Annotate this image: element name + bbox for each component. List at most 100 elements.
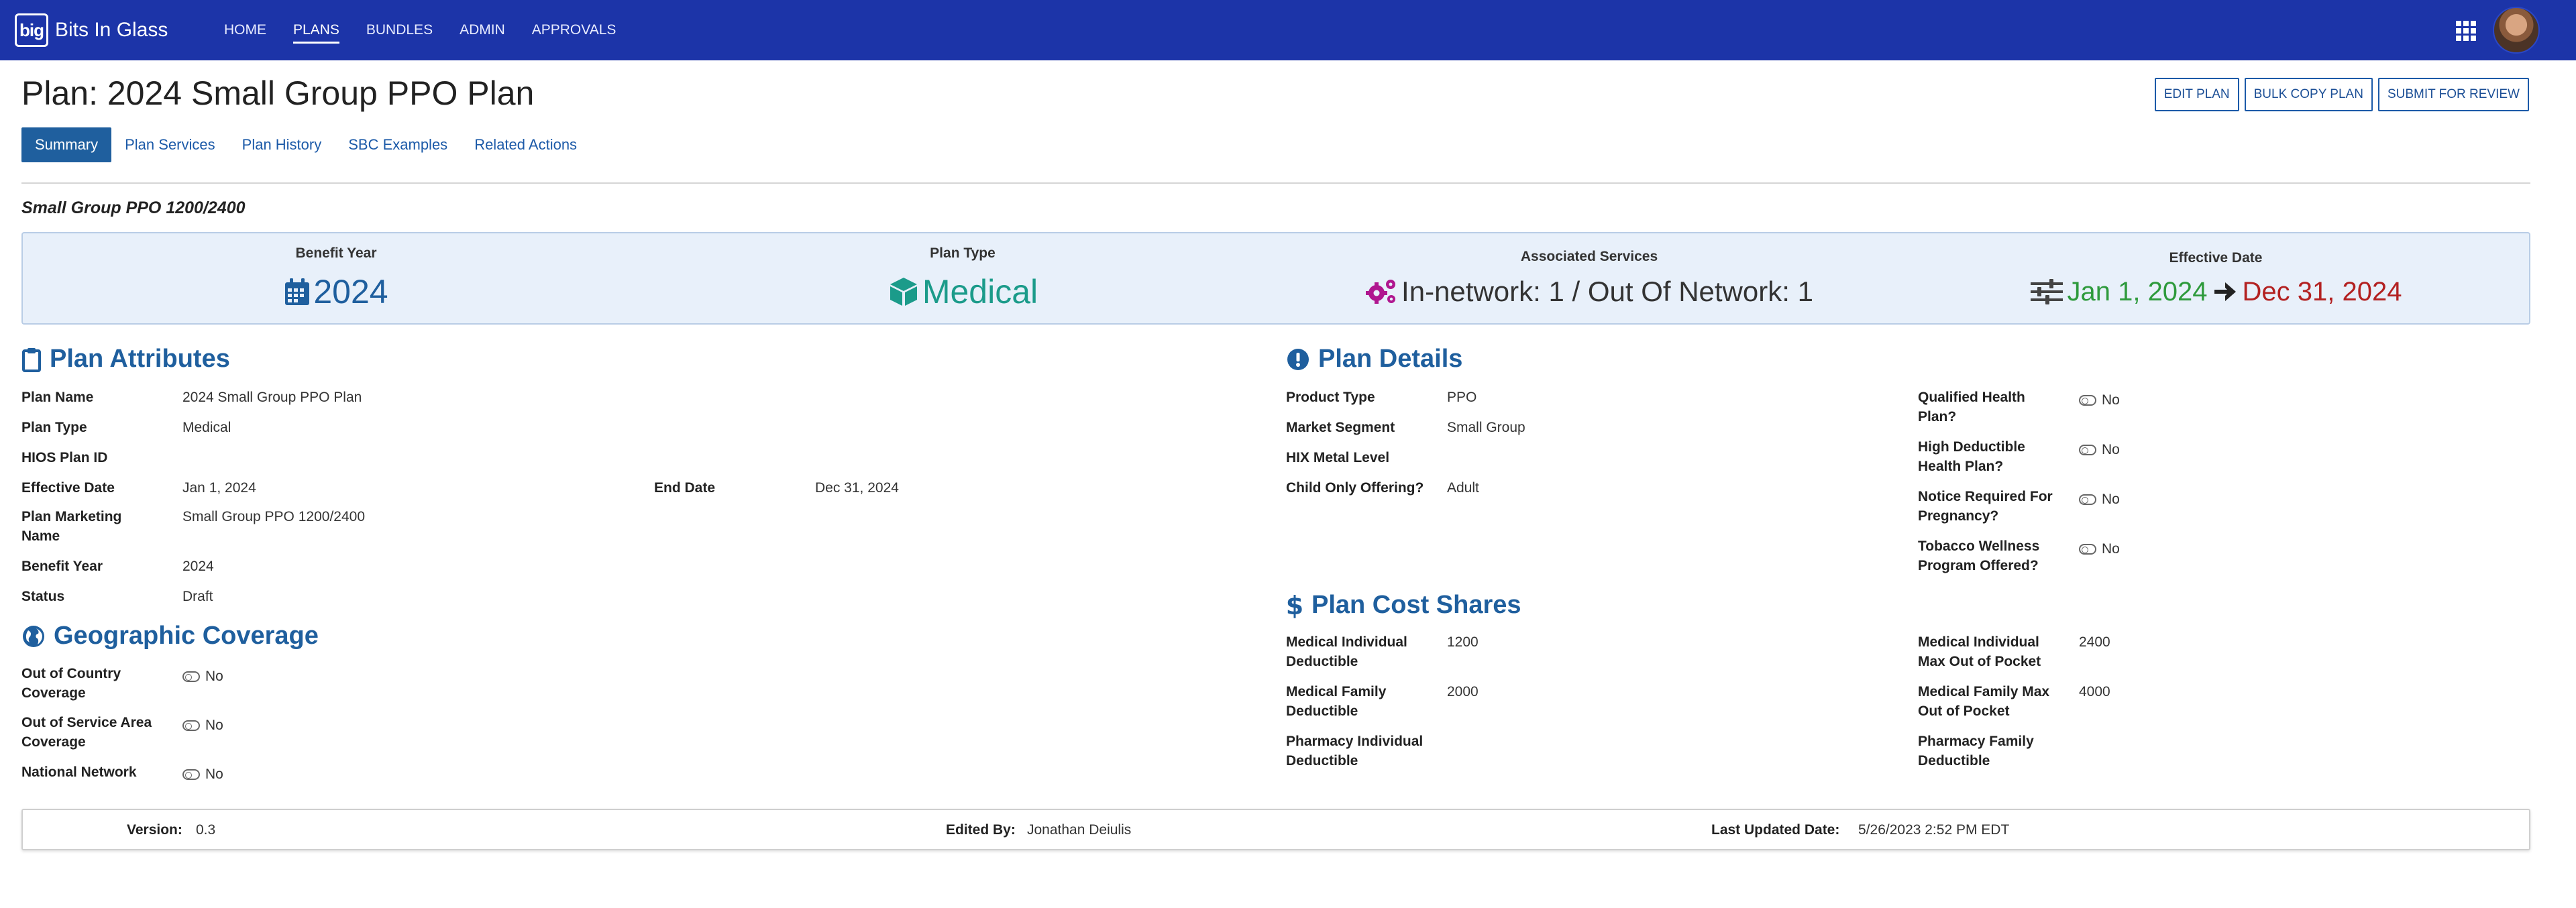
field-label: Pharmacy Individual Deductible	[1286, 732, 1423, 771]
field-label-line: Pregnancy?	[1918, 508, 1999, 524]
field-label-line: Plan?	[1918, 409, 1957, 424]
field-label: HIOS Plan ID	[21, 450, 108, 465]
section-title: Plan Attributes	[50, 345, 230, 373]
exclamation-circle-icon	[1287, 348, 1309, 370]
app-launcher-icon[interactable]	[2456, 21, 2476, 41]
national-network-toggle: No	[182, 764, 223, 784]
toggle-value: No	[2102, 392, 2120, 408]
field-label: Plan Type	[21, 420, 87, 435]
plan-highlights: Benefit Year 2024 Plan Type Medical Asso…	[21, 232, 2530, 325]
logo-mark: big	[15, 13, 48, 47]
field-label-line: Pharmacy Individual	[1286, 734, 1424, 749]
field-label: Benefit Year	[21, 559, 103, 574]
effective-start-value: Jan 1, 2024	[2067, 276, 2208, 306]
nav-admin[interactable]: ADMIN	[460, 18, 505, 42]
toggle-value: No	[2102, 541, 2120, 557]
market-segment-value: Small Group	[1447, 420, 1525, 435]
cube-icon	[890, 278, 917, 306]
highlight-label: Effective Date	[2169, 249, 2263, 266]
medical-family-deductible-value: 2000	[1447, 684, 1479, 699]
field-label-line: Medical Individual	[1286, 634, 1407, 650]
highlight-benefit-year: Benefit Year 2024	[23, 233, 649, 323]
section-title: Plan Cost Shares	[1311, 591, 1521, 619]
plan-type-value: Medical	[922, 273, 1038, 310]
field-label: Tobacco Wellness Program Offered?	[1918, 536, 2039, 575]
field-label-line: Medical Family	[1286, 684, 1387, 699]
field-label: National Network	[21, 764, 137, 780]
toggle-off-icon	[2079, 444, 2096, 455]
globe-icon	[23, 625, 44, 647]
field-label-line: Notice Required For	[1918, 489, 2053, 504]
bulk-copy-plan-button[interactable]: BULK COPY PLAN	[2244, 78, 2373, 111]
tab-summary[interactable]: Summary	[21, 127, 112, 162]
medical-family-moop-value: 4000	[2079, 684, 2110, 699]
clipboard-icon	[22, 347, 41, 372]
submit-for-review-button[interactable]: SUBMIT FOR REVIEW	[2377, 78, 2529, 111]
geographic-coverage-heading: Geographic Coverage	[21, 622, 319, 650]
tobacco-wellness-toggle: No	[2079, 539, 2120, 559]
version-info-bar: Version: 0.3 Edited By: Jonathan Deiulis…	[21, 809, 2530, 850]
effective-date-value: Jan 1, 2024	[182, 480, 256, 496]
nav-plans[interactable]: PLANS	[293, 18, 339, 44]
field-label: Medical Individual Max Out of Pocket	[1918, 632, 2041, 671]
tab-related-actions[interactable]: Related Actions	[461, 127, 590, 162]
field-label: High Deductible Health Plan?	[1918, 437, 2025, 476]
field-label-line: Health Plan?	[1918, 459, 2004, 474]
user-avatar[interactable]	[2493, 7, 2540, 54]
nav-home[interactable]: HOME	[224, 18, 266, 42]
toggle-value: No	[205, 767, 223, 782]
field-label-line: Coverage	[21, 685, 86, 701]
plan-subtitle: Small Group PPO 1200/2400	[21, 198, 246, 217]
benefit-year-value: 2024	[313, 273, 388, 310]
medical-individual-moop-value: 2400	[2079, 634, 2110, 650]
plan-cost-shares-heading: $ Plan Cost Shares	[1286, 591, 1521, 620]
services-value: In-network: 1 / Out Of Network: 1	[1401, 276, 1813, 307]
toggle-value: No	[205, 669, 223, 684]
field-label: Notice Required For Pregnancy?	[1918, 487, 2053, 526]
dollar-icon: $	[1286, 592, 1303, 619]
effective-end-value: Dec 31, 2024	[2242, 276, 2402, 306]
child-only-offering-value: Adult	[1447, 480, 1479, 496]
highlight-services: Associated Services In-network: 1 / Out …	[1276, 233, 1902, 323]
field-label: Out of Country Coverage	[21, 664, 121, 703]
gears-icon	[1366, 280, 1396, 304]
field-label: HIX Metal Level	[1286, 450, 1390, 465]
field-label-line: Out of Country	[21, 666, 121, 681]
tab-sbc-examples[interactable]: SBC Examples	[335, 127, 461, 162]
field-label: Effective Date	[21, 480, 115, 496]
field-label-line: Program Offered?	[1918, 558, 2039, 573]
last-updated-value: 5/26/2023 2:52 PM EDT	[1858, 822, 2010, 838]
plan-tabs: Summary Plan Services Plan History SBC E…	[21, 127, 590, 162]
toggle-value: No	[205, 718, 223, 733]
plan-marketing-name-value: Small Group PPO 1200/2400	[182, 509, 365, 524]
field-label-line: Out of Service Area	[21, 715, 152, 730]
notice-required-toggle: No	[2079, 490, 2120, 509]
edit-plan-button[interactable]: EDIT PLAN	[2154, 78, 2239, 111]
nav-bundles[interactable]: BUNDLES	[366, 18, 433, 42]
field-label-line: Name	[21, 528, 60, 544]
field-label: Market Segment	[1286, 420, 1395, 435]
main-nav: HOME PLANS BUNDLES ADMIN APPROVALS	[224, 0, 643, 60]
plan-name-value: 2024 Small Group PPO Plan	[182, 390, 362, 405]
nav-approvals[interactable]: APPROVALS	[532, 18, 616, 42]
tab-plan-services[interactable]: Plan Services	[111, 127, 229, 162]
tab-plan-history[interactable]: Plan History	[229, 127, 335, 162]
field-label: Plan Marketing Name	[21, 507, 121, 546]
field-label-line: Out of Pocket	[1918, 703, 2010, 719]
toggle-value: No	[2102, 492, 2120, 507]
field-label-line: Qualified Health	[1918, 390, 2025, 405]
field-label-line: Max Out of Pocket	[1918, 654, 2041, 669]
out-of-country-toggle: No	[182, 667, 223, 686]
tabs-divider	[21, 182, 2530, 184]
field-label-line: High Deductible	[1918, 439, 2025, 455]
field-label-line: Deductible	[1286, 753, 1358, 769]
app-logo[interactable]: big Bits In Glass	[15, 13, 168, 47]
field-label: Medical Family Deductible	[1286, 682, 1386, 721]
toggle-off-icon	[182, 769, 200, 780]
benefit-year-value: 2024	[182, 559, 214, 574]
toggle-off-icon	[2079, 543, 2096, 555]
plan-details-heading: Plan Details	[1286, 345, 1462, 374]
high-deductible-toggle: No	[2079, 440, 2120, 459]
qualified-health-plan-toggle: No	[2079, 390, 2120, 410]
field-label-line: Deductible	[1286, 703, 1358, 719]
